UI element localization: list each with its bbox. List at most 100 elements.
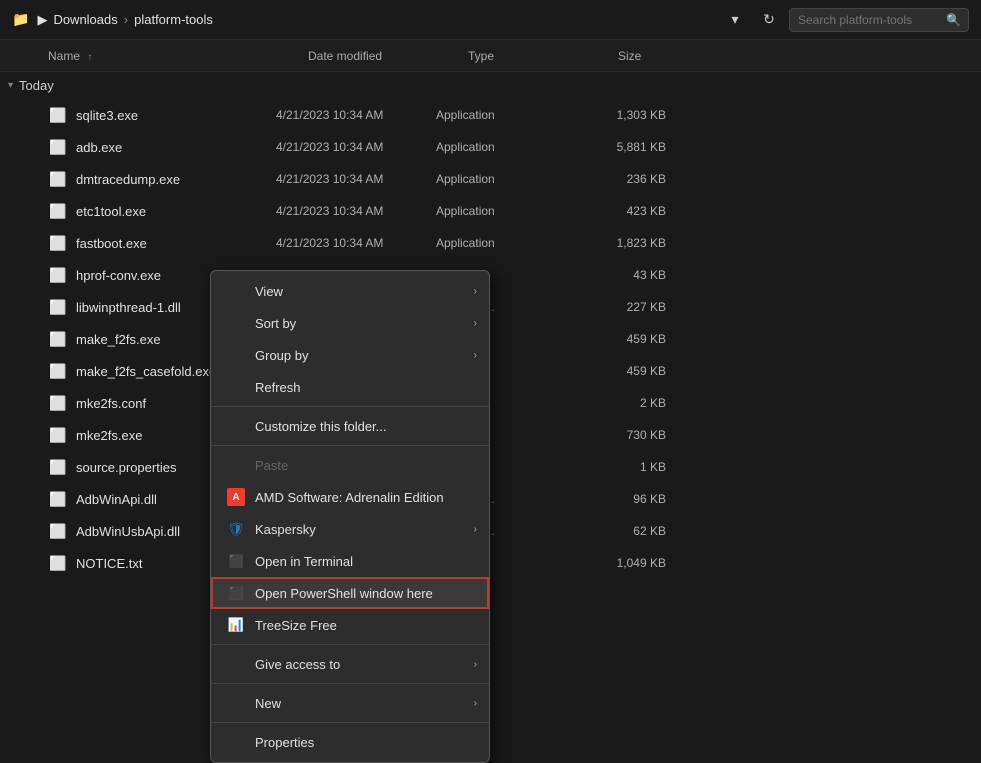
file-size: 43 KB (586, 268, 686, 282)
table-row[interactable]: ⬜ AdbWinApi.dll ion exten... 96 KB (0, 483, 981, 515)
ctx-powershell[interactable]: ⬛ Open PowerShell window here (211, 577, 489, 609)
table-row[interactable]: ⬜ make_f2fs.exe ion 459 KB (0, 323, 981, 355)
file-icon: ⬜ (48, 425, 68, 445)
powershell-icon: ⬛ (227, 584, 245, 602)
ctx-amd[interactable]: A AMD Software: Adrenalin Edition (211, 481, 489, 513)
file-icon: ⬜ (48, 169, 68, 189)
file-type: Application (436, 236, 586, 250)
file-icon: ⬜ (48, 521, 68, 541)
file-icon: ⬜ (48, 137, 68, 157)
file-size: 96 KB (586, 492, 686, 506)
refresh-icon (227, 378, 245, 396)
table-row[interactable]: ⬜ hprof-conv.exe ion 43 KB (0, 259, 981, 291)
sort-icon (227, 314, 245, 332)
sort-arrow: ↑ (87, 52, 92, 63)
file-icon: ⬜ (48, 553, 68, 573)
refresh-button[interactable]: ↻ (755, 6, 783, 34)
submenu-arrow: › (474, 286, 477, 297)
paste-icon (227, 456, 245, 474)
ctx-separator-5 (211, 722, 489, 723)
access-icon (227, 655, 245, 673)
file-size: 730 KB (586, 428, 686, 442)
table-row[interactable]: ⬜ dmtracedump.exe 4/21/2023 10:34 AM App… (0, 163, 981, 195)
col-name-header[interactable]: Name ↑ (48, 49, 308, 63)
ctx-treesize[interactable]: 📊 TreeSize Free (211, 609, 489, 641)
ctx-separator-4 (211, 683, 489, 684)
file-type: Application (436, 108, 586, 122)
dropdown-button[interactable]: ▾ (721, 6, 749, 34)
ctx-separator-1 (211, 406, 489, 407)
breadcrumb: ▶ Downloads › platform-tools (37, 12, 212, 28)
col-size-header[interactable]: Size (618, 49, 718, 63)
file-icon: ⬜ (48, 489, 68, 509)
ctx-view[interactable]: View › (211, 275, 489, 307)
breadcrumb-sep1: › (124, 12, 128, 27)
file-icon: ⬜ (48, 329, 68, 349)
ctx-customize[interactable]: Customize this folder... (211, 410, 489, 442)
file-size: 227 KB (586, 300, 686, 314)
table-row[interactable]: ⬜ mke2fs.exe ion 730 KB (0, 419, 981, 451)
file-icon: ⬜ (48, 457, 68, 477)
view-icon (227, 282, 245, 300)
file-icon: ⬜ (48, 361, 68, 381)
file-name: adb.exe (76, 140, 276, 155)
file-icon: ⬜ (48, 393, 68, 413)
ctx-open-terminal[interactable]: ⬛ Open in Terminal (211, 545, 489, 577)
group-chevron: ▾ (8, 80, 13, 91)
file-name: etc1tool.exe (76, 204, 276, 219)
folder-icon: 📁 (12, 11, 29, 28)
table-row[interactable]: ⬜ NOTICE.txt ument 1,049 KB (0, 547, 981, 579)
terminal-icon: ⬛ (227, 552, 245, 570)
file-name: fastboot.exe (76, 236, 276, 251)
file-list: ▾ Today ⬜ sqlite3.exe 4/21/2023 10:34 AM… (0, 72, 981, 620)
file-size: 5,881 KB (586, 140, 686, 154)
file-size: 1,303 KB (586, 108, 686, 122)
table-row[interactable]: ⬜ adb.exe 4/21/2023 10:34 AM Application… (0, 131, 981, 163)
table-row[interactable]: ⬜ source.properties TIES File 1 KB (0, 451, 981, 483)
treesize-icon: 📊 (227, 616, 245, 634)
col-date-header[interactable]: Date modified (308, 49, 468, 63)
search-wrapper: 🔍 (789, 8, 969, 32)
file-date: 4/21/2023 10:34 AM (276, 108, 436, 122)
ctx-separator-2 (211, 445, 489, 446)
file-size: 459 KB (586, 364, 686, 378)
column-headers: Name ↑ Date modified Type Size (0, 40, 981, 72)
ctx-separator-3 (211, 644, 489, 645)
file-size: 1 KB (586, 460, 686, 474)
file-icon: ⬜ (48, 297, 68, 317)
ctx-kaspersky[interactable]: 🛡 Kaspersky › (211, 513, 489, 545)
ctx-new[interactable]: New › (211, 687, 489, 719)
group-label: Today (19, 78, 54, 93)
table-row[interactable]: ⬜ make_f2fs_casefold.exe ion 459 KB (0, 355, 981, 387)
ctx-properties[interactable]: Properties (211, 726, 489, 758)
file-icon: ⬜ (48, 201, 68, 221)
table-row[interactable]: ⬜ etc1tool.exe 4/21/2023 10:34 AM Applic… (0, 195, 981, 227)
file-date: 4/21/2023 10:34 AM (276, 236, 436, 250)
ctx-sort-by[interactable]: Sort by › (211, 307, 489, 339)
search-icon: 🔍 (946, 13, 961, 27)
properties-icon (227, 733, 245, 751)
table-row[interactable]: ⬜ AdbWinUsbApi.dll ion exten... 62 KB (0, 515, 981, 547)
new-icon (227, 694, 245, 712)
table-row[interactable]: ⬜ fastboot.exe 4/21/2023 10:34 AM Applic… (0, 227, 981, 259)
breadcrumb-home[interactable]: ▶ (37, 12, 47, 28)
ctx-group-by[interactable]: Group by › (211, 339, 489, 371)
table-row[interactable]: ⬜ mke2fs.conf ile 2 KB (0, 387, 981, 419)
ctx-paste[interactable]: Paste (211, 449, 489, 481)
group-header-today: ▾ Today (0, 72, 981, 99)
ctx-give-access[interactable]: Give access to › (211, 648, 489, 680)
submenu-arrow: › (474, 524, 477, 535)
search-input[interactable] (789, 8, 969, 32)
file-date: 4/21/2023 10:34 AM (276, 204, 436, 218)
breadcrumb-platform-tools[interactable]: platform-tools (134, 12, 213, 27)
table-row[interactable]: ⬜ sqlite3.exe 4/21/2023 10:34 AM Applica… (0, 99, 981, 131)
file-date: 4/21/2023 10:34 AM (276, 172, 436, 186)
nav-controls: ▾ ↻ 🔍 (721, 6, 969, 34)
file-size: 62 KB (586, 524, 686, 538)
col-type-header[interactable]: Type (468, 49, 618, 63)
file-date: 4/21/2023 10:34 AM (276, 140, 436, 154)
ctx-refresh[interactable]: Refresh (211, 371, 489, 403)
file-size: 1,823 KB (586, 236, 686, 250)
breadcrumb-downloads[interactable]: Downloads (53, 12, 117, 27)
table-row[interactable]: ⬜ libwinpthread-1.dll ion exten... 227 K… (0, 291, 981, 323)
